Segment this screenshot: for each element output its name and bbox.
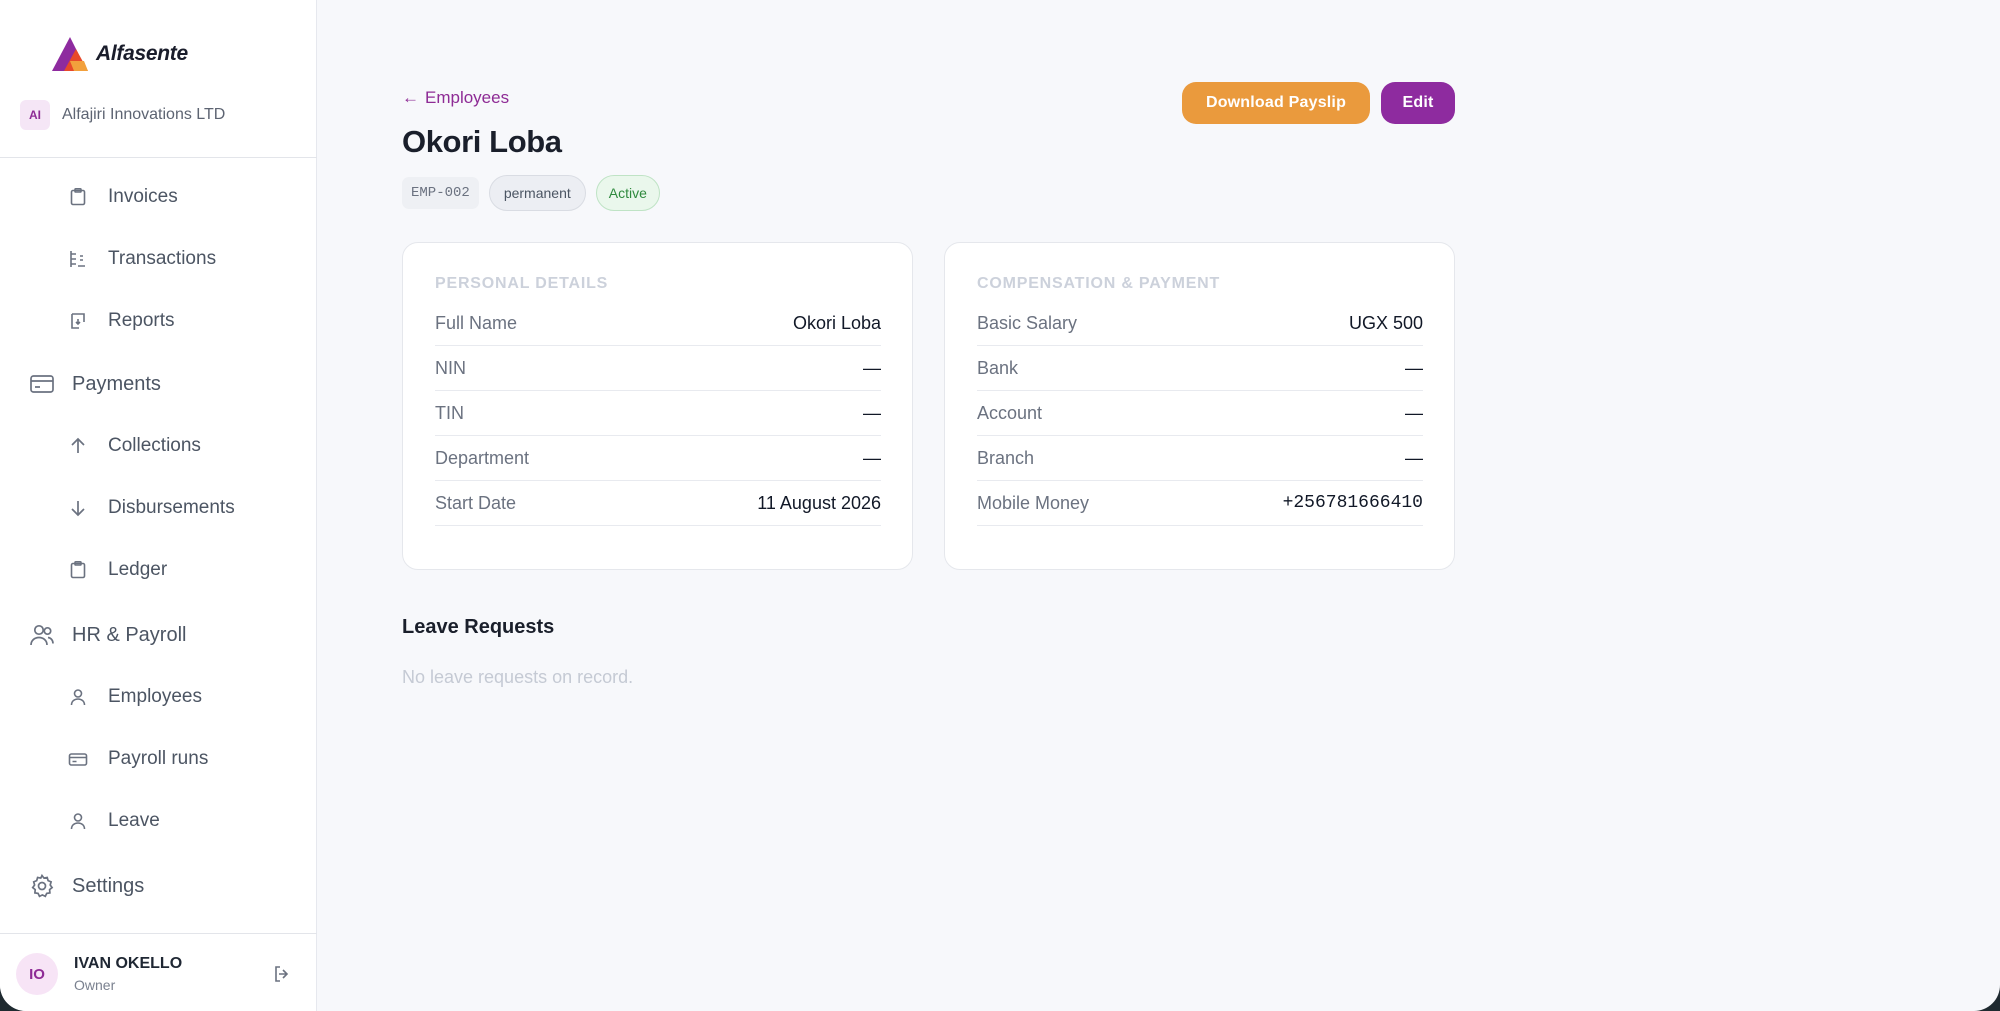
org-name: Alfajiri Innovations LTD xyxy=(62,106,226,123)
detail-row-account: Account — xyxy=(977,391,1423,436)
card-heading: Personal Details xyxy=(435,275,609,292)
detail-value: 11 August 2026 xyxy=(757,492,881,513)
leave-requests-heading: Leave Requests xyxy=(402,616,555,638)
sidebar-item-label: Ledger xyxy=(108,559,168,580)
brand-logo[interactable]: Alfasente xyxy=(50,34,188,74)
card-icon xyxy=(66,747,90,771)
detail-value: +256781666410 xyxy=(1282,493,1423,513)
detail-row-mobile-money: Mobile Money +256781666410 xyxy=(977,481,1423,526)
sidebar-item-payments[interactable]: Payments xyxy=(28,370,161,398)
sidebar-item-label: Reports xyxy=(108,310,175,331)
clipboard-icon xyxy=(66,185,90,209)
sidebar-item-label: HR & Payroll xyxy=(72,623,187,646)
gear-icon xyxy=(28,872,56,900)
sidebar-item-label: Invoices xyxy=(108,186,178,207)
detail-key: Mobile Money xyxy=(977,492,1090,513)
user-role: Owner xyxy=(74,977,116,993)
avatar: IO xyxy=(16,953,58,995)
logout-icon[interactable] xyxy=(270,962,294,986)
alfasente-logo-icon xyxy=(52,37,88,71)
clipboard-icon xyxy=(66,558,90,582)
detail-row-department: Department — xyxy=(435,436,881,481)
detail-key: Bank xyxy=(977,357,1019,378)
credit-card-icon xyxy=(28,370,56,398)
sidebar-item-hr-payroll[interactable]: HR & Payroll xyxy=(28,621,186,649)
detail-value: Okori Loba xyxy=(792,312,881,333)
sidebar-item-label: Disbursements xyxy=(108,497,235,518)
arrow-up-icon xyxy=(66,434,90,458)
edit-button[interactable]: Edit xyxy=(1381,82,1455,124)
detail-row-bank: Bank — xyxy=(977,346,1423,391)
employment-type-badge: permanent xyxy=(488,175,586,211)
sidebar-divider xyxy=(0,157,317,158)
sidebar: Alfasente AI Alfajiri Innovations LTD In… xyxy=(0,0,317,1011)
sidebar-footer-divider xyxy=(0,933,317,934)
detail-value: — xyxy=(1405,402,1423,423)
sidebar-item-label: Transactions xyxy=(108,248,217,269)
detail-value: — xyxy=(863,447,881,468)
org-badge: AI xyxy=(20,100,50,130)
users-icon xyxy=(28,621,56,649)
detail-value: UGX 500 xyxy=(1348,312,1423,333)
sidebar-item-label: Collections xyxy=(108,435,201,456)
status-badge: Active xyxy=(595,175,660,211)
brand-name: Alfasente xyxy=(96,42,188,65)
report-icon xyxy=(66,309,90,333)
user-icon xyxy=(66,809,90,833)
leave-empty-state: No leave requests on record. xyxy=(402,667,634,687)
arrow-down-icon xyxy=(66,496,90,520)
compensation-card: Compensation & Payment Basic Salary UGX … xyxy=(944,242,1455,570)
card-heading: Compensation & Payment xyxy=(977,275,1221,292)
detail-key: Account xyxy=(977,402,1043,423)
download-payslip-button[interactable]: Download Payslip xyxy=(1182,82,1370,124)
page-title: Okori Loba xyxy=(402,124,562,159)
sidebar-item-ledger[interactable]: Ledger xyxy=(66,558,167,582)
detail-value: — xyxy=(863,402,881,423)
detail-key: Branch xyxy=(977,447,1035,468)
user-name: IVAN OKELLO xyxy=(74,955,183,972)
detail-key: Basic Salary xyxy=(977,312,1078,333)
detail-key: Full Name xyxy=(435,312,518,333)
back-link[interactable]: ← Employees xyxy=(402,88,509,108)
detail-key: TIN xyxy=(435,402,464,423)
detail-row-basic-salary: Basic Salary UGX 500 xyxy=(977,301,1423,346)
sidebar-item-disbursements[interactable]: Disbursements xyxy=(66,496,235,520)
detail-row-start-date: Start Date 11 August 2026 xyxy=(435,481,881,526)
detail-key: Start Date xyxy=(435,492,517,513)
detail-row-full-name: Full Name Okori Loba xyxy=(435,301,881,346)
app-window: Alfasente AI Alfajiri Innovations LTD In… xyxy=(0,0,2000,1011)
sidebar-item-collections[interactable]: Collections xyxy=(66,434,201,458)
sidebar-item-label: Settings xyxy=(72,874,145,897)
user-profile[interactable]: IO IVAN OKELLO Owner xyxy=(16,953,182,995)
sidebar-item-leave[interactable]: Leave xyxy=(66,809,160,833)
sidebar-item-transactions[interactable]: Transactions xyxy=(66,247,216,271)
detail-value: — xyxy=(1405,447,1423,468)
sidebar-item-settings[interactable]: Settings xyxy=(28,872,144,900)
organization-switcher[interactable]: AI Alfajiri Innovations LTD xyxy=(20,100,225,130)
sidebar-item-label: Payments xyxy=(72,372,161,395)
sidebar-item-reports[interactable]: Reports xyxy=(66,309,175,333)
sidebar-item-employees[interactable]: Employees xyxy=(66,685,202,709)
personal-details-card: Personal Details Full Name Okori Loba NI… xyxy=(402,242,913,570)
user-icon xyxy=(66,685,90,709)
sidebar-item-label: Payroll runs xyxy=(108,748,209,769)
receipt-icon xyxy=(66,247,90,271)
sidebar-item-invoices[interactable]: Invoices xyxy=(66,185,178,209)
employee-tags: EMP-002 permanent Active xyxy=(402,175,660,211)
sidebar-item-payroll-runs[interactable]: Payroll runs xyxy=(66,747,208,771)
detail-value: — xyxy=(863,357,881,378)
detail-key: Department xyxy=(435,447,530,468)
arrow-left-icon: ← xyxy=(402,88,419,107)
detail-row-branch: Branch — xyxy=(977,436,1423,481)
detail-key: NIN xyxy=(435,357,466,378)
employee-code-badge: EMP-002 xyxy=(402,177,479,209)
sidebar-item-label: Leave xyxy=(108,810,160,831)
detail-value: — xyxy=(1405,357,1423,378)
back-label: Employees xyxy=(425,88,510,107)
sidebar-item-label: Employees xyxy=(108,686,202,707)
detail-row-tin: TIN — xyxy=(435,391,881,436)
detail-row-nin: NIN — xyxy=(435,346,881,391)
